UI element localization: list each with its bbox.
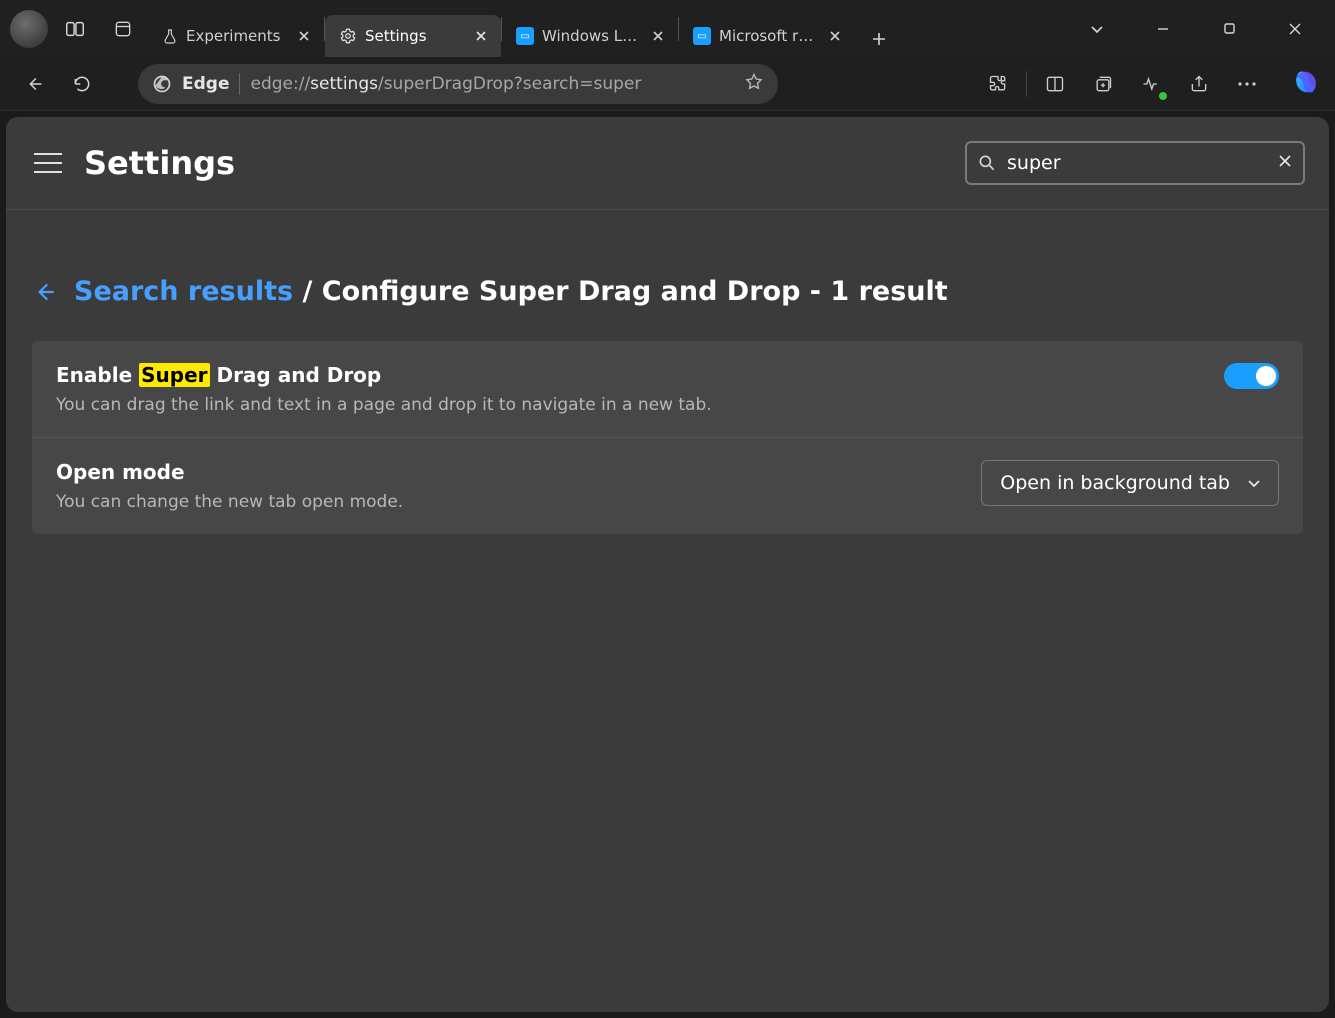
address-bar[interactable]: Edge edge://settings/superDragDrop?searc… (138, 64, 778, 104)
maximize-button[interactable] (1209, 12, 1249, 46)
row-title: Open mode (56, 460, 957, 484)
hamburger-menu[interactable] (34, 153, 62, 173)
split-screen-icon[interactable] (1035, 64, 1075, 104)
row-description: You can change the new tab open mode. (56, 492, 957, 512)
tab-label: Windows L… (542, 27, 640, 45)
back-button[interactable] (14, 64, 54, 104)
edge-logo-icon (152, 74, 172, 94)
breadcrumb-link[interactable]: Search results (74, 276, 293, 307)
tab-experiments[interactable]: Experiments (148, 15, 324, 57)
breadcrumb: Search results / Configure Super Drag an… (32, 276, 1303, 307)
chevron-down-icon (1246, 475, 1262, 491)
settings-page: Settings Search results / Configure Supe… (6, 117, 1329, 1012)
toolbar-right (978, 64, 1321, 104)
site-favicon: ▭ (693, 27, 711, 45)
settings-search[interactable] (965, 141, 1305, 185)
extensions-icon[interactable] (978, 64, 1018, 104)
url-pre: edge:// (250, 74, 310, 94)
toggle-enable-super-drag[interactable] (1224, 363, 1279, 389)
row-description: You can drag the link and text in a page… (56, 395, 1200, 415)
url-bold: settings (310, 74, 378, 94)
open-mode-select[interactable]: Open in background tab (981, 460, 1279, 506)
separator (239, 73, 240, 95)
close-icon[interactable] (825, 26, 845, 46)
title-post: Drag and Drop (210, 363, 382, 387)
row-title: Enable Super Drag and Drop (56, 363, 1200, 387)
more-icon[interactable] (1227, 64, 1267, 104)
profile-avatar[interactable] (10, 10, 48, 48)
titlebar: Experiments Settings ▭ Windows L… ▭ (0, 0, 1335, 57)
tab-label: Microsoft r… (719, 27, 817, 45)
window-controls (1063, 12, 1329, 46)
toolbar: Edge edge://settings/superDragDrop?searc… (0, 57, 1335, 111)
tab-label: Experiments (186, 27, 286, 45)
tab-windows[interactable]: ▭ Windows L… (502, 15, 678, 57)
title-pre: Enable (56, 363, 139, 387)
breadcrumb-separator: / (293, 276, 322, 307)
settings-card: Enable Super Drag and Drop You can drag … (32, 341, 1303, 534)
copilot-button[interactable] (1291, 67, 1321, 101)
title-highlight: Super (139, 363, 209, 387)
tab-label: Settings (365, 27, 463, 45)
settings-search-input[interactable] (1007, 152, 1267, 174)
favorite-icon[interactable] (744, 72, 764, 96)
tab-settings[interactable]: Settings (325, 15, 501, 57)
gear-icon (339, 27, 357, 45)
workspace-buttons (58, 12, 140, 46)
minimize-button[interactable] (1143, 12, 1183, 46)
site-favicon: ▭ (516, 27, 534, 45)
close-window-button[interactable] (1275, 12, 1315, 46)
clear-search-icon[interactable] (1277, 153, 1293, 173)
close-icon[interactable] (294, 26, 314, 46)
close-icon[interactable] (648, 26, 668, 46)
settings-content: Search results / Configure Super Drag an… (6, 210, 1329, 534)
address-url: edge://settings/superDragDrop?search=sup… (250, 74, 734, 94)
tab-actions-icon[interactable] (106, 12, 140, 46)
refresh-button[interactable] (62, 64, 102, 104)
url-post: /superDragDrop?search=super (378, 74, 641, 94)
row-enable-super-drag: Enable Super Drag and Drop You can drag … (32, 341, 1303, 437)
workspaces-icon[interactable] (58, 12, 92, 46)
tab-overflow-icon[interactable] (1077, 12, 1117, 46)
breadcrumb-back-icon[interactable] (32, 279, 58, 305)
settings-title: Settings (84, 144, 235, 182)
share-icon[interactable] (1179, 64, 1219, 104)
performance-icon[interactable] (1131, 64, 1171, 104)
collections-icon[interactable] (1083, 64, 1123, 104)
tab-microsoft[interactable]: ▭ Microsoft r… (679, 15, 855, 57)
flask-icon (162, 28, 178, 44)
tabstrip: Experiments Settings ▭ Windows L… ▭ (148, 0, 1063, 57)
breadcrumb-current: Configure Super Drag and Drop - 1 result (322, 276, 948, 307)
row-open-mode: Open mode You can change the new tab ope… (32, 437, 1303, 534)
select-value: Open in background tab (1000, 472, 1230, 494)
search-icon (977, 153, 997, 173)
settings-header: Settings (6, 117, 1329, 210)
new-tab-button[interactable] (861, 21, 897, 57)
address-protocol: Edge (182, 74, 229, 94)
close-icon[interactable] (471, 26, 491, 46)
